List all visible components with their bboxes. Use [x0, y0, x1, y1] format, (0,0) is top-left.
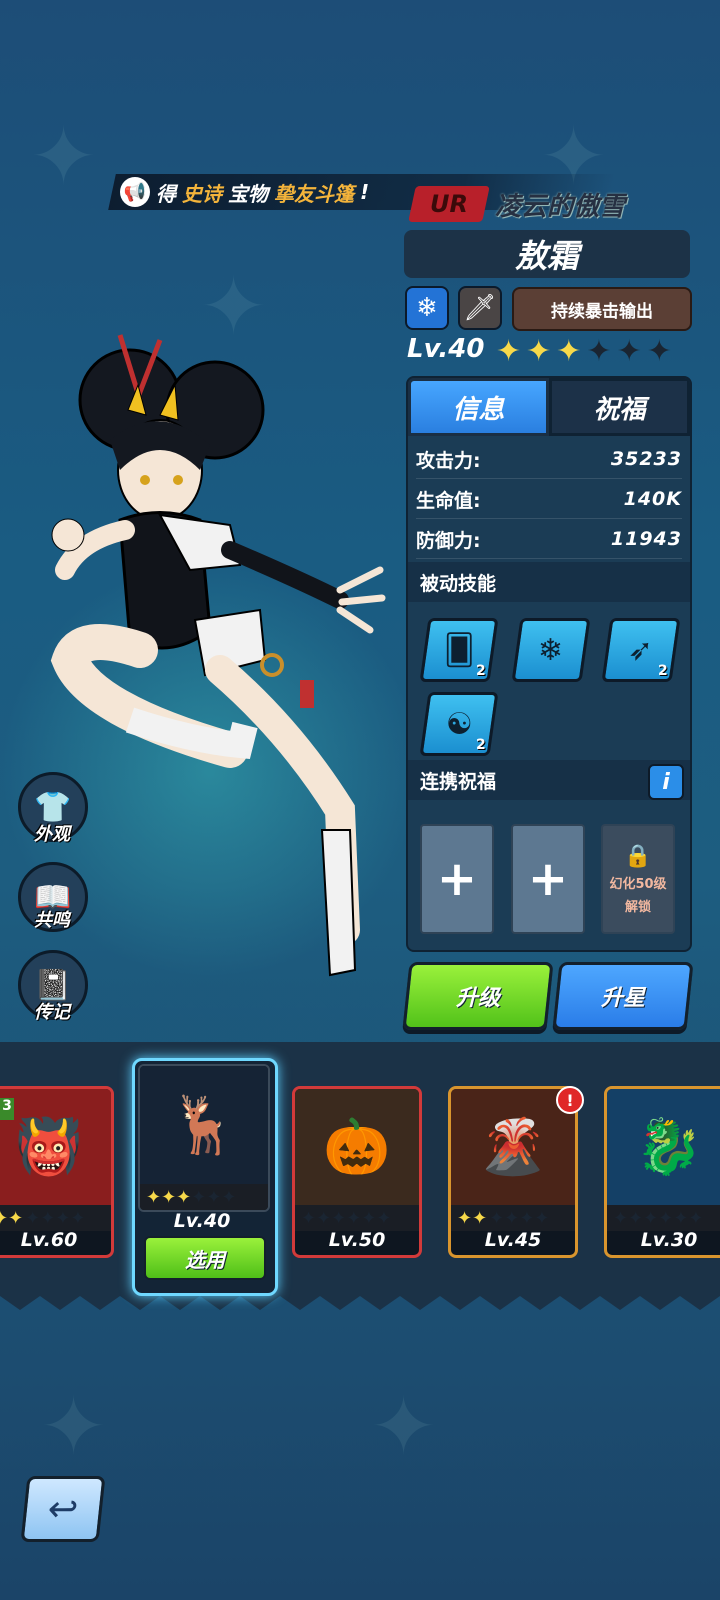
resonance-label: 共鸣: [34, 910, 70, 931]
passive-skill-1[interactable]: 🂠 2: [419, 618, 499, 682]
card-stars: ✦✦✦✦✦✦: [451, 1205, 575, 1231]
upgrade-button[interactable]: 升级: [402, 962, 554, 1030]
broadcast-middle: 宝物: [228, 181, 268, 206]
info-panel: 信息 祝福 攻击力: 35233 生命值: 140K 防御力: 11943 被动…: [406, 376, 692, 952]
hero-name: 敖霜: [514, 237, 579, 275]
sword-icon[interactable]: 🗡: [458, 286, 502, 330]
role-tag[interactable]: 持续暴击输出: [512, 287, 692, 331]
card-level: Lv.45: [484, 1229, 542, 1251]
back-arrow-icon: ↩: [45, 1488, 81, 1530]
hero-level: Lv.40: [407, 334, 485, 364]
star-up-label: 升星: [600, 986, 645, 1011]
select-button[interactable]: 选用: [144, 1236, 266, 1280]
passive-skill-3[interactable]: ➶ 2: [601, 618, 681, 682]
star-up-button[interactable]: 升星: [552, 962, 694, 1030]
card-level: Lv.40: [173, 1210, 231, 1232]
hero-card[interactable]: 👹 ✦✦✦✦✦✦ Lv.60: [0, 1086, 114, 1258]
tab-info[interactable]: 信息: [408, 378, 549, 436]
broadcast-prefix: 得: [156, 181, 176, 206]
unlock-text: 解锁: [624, 899, 651, 915]
broadcast-highlight: 史诗: [182, 181, 222, 206]
passive-skill-2[interactable]: ❄: [511, 618, 591, 682]
tab-bar: 信息 祝福: [408, 378, 690, 436]
star-empty-icon: ✦: [646, 334, 672, 369]
star-icon: ✦: [526, 334, 552, 369]
unlock-condition: 幻化50级: [609, 876, 667, 892]
passive-skill-4[interactable]: ☯ 2: [419, 692, 499, 756]
skill-count: 2: [658, 663, 669, 679]
hero-title: 凌云的傲雪: [495, 192, 626, 222]
tab-blessing[interactable]: 祝福: [549, 378, 690, 436]
dragon-icon: ☯: [445, 706, 473, 742]
lock-icon: 🔒: [624, 843, 652, 869]
blessing-slot-locked[interactable]: 🔒 幻化50级 解锁: [601, 824, 675, 934]
card-level: Lv.60: [20, 1229, 78, 1251]
stat-defense: 防御力: 11943: [416, 520, 682, 559]
hero-name-box: 敖霜: [404, 230, 690, 278]
hero-card[interactable]: 🎃 ✦✦✦✦✦✦ Lv.50: [292, 1086, 422, 1258]
hero-card[interactable]: 🐉 ✦✦✦✦✦✦ Lv.30: [604, 1086, 720, 1258]
star-icon: ✦: [496, 334, 522, 369]
card-stars: ✦✦✦✦✦✦: [295, 1205, 419, 1231]
hero-stars: ✦ ✦ ✦ ✦ ✦ ✦: [496, 334, 672, 369]
broadcast-item: 挚友斗篷: [274, 181, 354, 206]
snowflake-icon: ❄: [538, 632, 564, 668]
megaphone-icon: 📢: [120, 177, 150, 207]
cards-icon: 🂠: [443, 632, 475, 668]
card-level: Lv.50: [328, 1229, 386, 1251]
card-stars: ✦✦✦✦✦✦: [0, 1205, 111, 1231]
stat-label: 防御力:: [416, 529, 481, 552]
appearance-label: 外观: [34, 824, 70, 845]
snowflake-icon[interactable]: ❄: [405, 286, 449, 330]
star-empty-icon: ✦: [616, 334, 642, 369]
bg-pattern: ✦: [40, 1380, 108, 1473]
pumpkin-icon: 🎃: [295, 1089, 419, 1205]
roster-edge: [0, 1282, 720, 1310]
stat-value: 35233: [610, 448, 682, 470]
card-level: Lv.30: [640, 1229, 698, 1251]
claw-icon: ➶: [628, 632, 654, 668]
lava-icon: 🌋: [451, 1089, 575, 1205]
broadcast-message: 📢 得史诗 宝物 挚友斗篷!: [120, 176, 369, 208]
back-button[interactable]: ↩: [20, 1476, 106, 1542]
star-icon: ✦: [556, 334, 582, 369]
rarity-badge: UR: [408, 186, 490, 222]
skill-count: 2: [476, 737, 487, 753]
info-button[interactable]: i: [648, 764, 684, 800]
card-badge: 3: [0, 1098, 14, 1120]
bg-pattern: ✦: [370, 1380, 438, 1473]
stat-hp: 生命值: 140K: [416, 480, 682, 519]
hero-card[interactable]: 🌋 ✦✦ ✦✦✦✦ Lv.45: [448, 1086, 578, 1258]
stat-label: 攻击力:: [416, 449, 481, 472]
biography-label: 传记: [34, 1002, 70, 1023]
deer-icon: 🦌 ✦✦✦ ✦✦✦: [138, 1064, 270, 1212]
alert-badge: !: [556, 1086, 584, 1114]
skill-count: 2: [476, 663, 487, 679]
broadcast-suffix: !: [360, 180, 370, 204]
passive-skills-header: 被动技能: [408, 562, 690, 602]
demon-icon: 👹: [0, 1089, 111, 1205]
card-stars: ✦✦✦✦✦✦: [607, 1205, 720, 1231]
stat-label: 生命值:: [416, 489, 481, 512]
rarity-label: UR: [430, 190, 468, 218]
stat-value: 11943: [610, 528, 682, 550]
star-empty-icon: ✦: [586, 334, 612, 369]
stat-attack: 攻击力: 35233: [416, 440, 682, 479]
blessing-slot-1[interactable]: +: [420, 824, 494, 934]
bg-pattern: ✦: [30, 110, 98, 203]
blessing-slot-2[interactable]: +: [511, 824, 585, 934]
stat-value: 140K: [623, 488, 682, 510]
upgrade-label: 升级: [455, 986, 500, 1011]
ice-monster-icon: 🐉: [607, 1089, 720, 1205]
